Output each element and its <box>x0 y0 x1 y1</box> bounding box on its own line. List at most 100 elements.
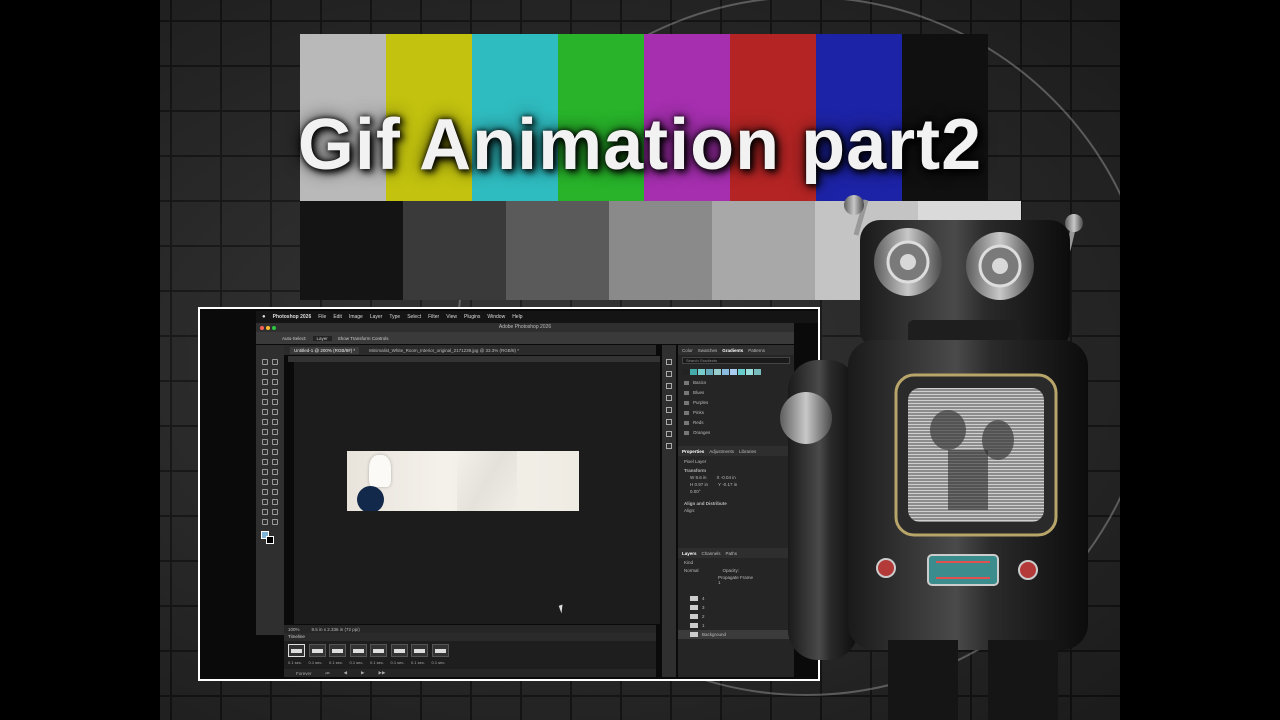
tab-properties[interactable]: Properties <box>682 449 704 454</box>
layer-filter-kind[interactable]: Kind <box>678 558 794 567</box>
panel-icon[interactable] <box>666 407 672 413</box>
timeline-frame[interactable] <box>308 644 326 657</box>
swatch[interactable] <box>738 369 745 375</box>
tool-icon[interactable] <box>272 509 278 515</box>
swatch[interactable] <box>754 369 761 375</box>
blend-mode-select[interactable]: Normal <box>684 568 699 573</box>
tool-icon[interactable] <box>262 519 268 525</box>
menu-filter[interactable]: Filter <box>428 314 439 320</box>
tool-icon[interactable] <box>262 359 268 365</box>
layer-row[interactable]: 2 <box>678 612 794 621</box>
panel-icon[interactable] <box>666 371 672 377</box>
gradient-folder-reds[interactable]: Reds <box>678 418 794 428</box>
tab-paths[interactable]: Paths <box>726 551 738 556</box>
apple-icon[interactable]: ● <box>262 314 266 320</box>
tool-icon[interactable] <box>262 389 268 395</box>
tool-icon[interactable] <box>262 409 268 415</box>
menu-layer[interactable]: Layer <box>370 314 383 320</box>
width-field[interactable]: 8.6 in <box>696 475 707 480</box>
tool-icon[interactable] <box>262 509 268 515</box>
tool-icon[interactable] <box>262 449 268 455</box>
swatch[interactable] <box>682 369 689 375</box>
menu-file[interactable]: File <box>318 314 326 320</box>
tool-icon[interactable] <box>262 459 268 465</box>
background-color-swatch[interactable] <box>266 536 274 544</box>
tool-icon[interactable] <box>262 479 268 485</box>
tool-icon[interactable] <box>262 499 268 505</box>
propagate-checkbox[interactable]: Propagate Frame 1 <box>678 574 794 586</box>
tool-icon[interactable] <box>272 399 278 405</box>
tool-icon[interactable] <box>272 519 278 525</box>
frame-delay[interactable]: 0.1 sec. <box>288 660 302 665</box>
tab-libraries[interactable]: Libraries <box>739 449 756 454</box>
close-button[interactable] <box>260 326 264 330</box>
layer-row[interactable]: 3 <box>678 603 794 612</box>
tool-icon[interactable] <box>272 489 278 495</box>
gradient-folder-basics[interactable]: Basics <box>678 378 794 388</box>
tab-color[interactable]: Color <box>682 348 693 353</box>
tab-patterns[interactable]: Patterns <box>748 348 765 353</box>
tool-icon[interactable] <box>262 429 268 435</box>
tab-untitled[interactable]: Untitled-1 @ 200% (RGB/8#) * <box>290 346 360 354</box>
tool-icon[interactable] <box>262 469 268 475</box>
auto-select-label[interactable]: Auto-Select: <box>282 336 307 341</box>
timeline-frame[interactable] <box>390 644 408 657</box>
menu-edit[interactable]: Edit <box>333 314 342 320</box>
menu-view[interactable]: View <box>446 314 457 320</box>
zoom-button[interactable] <box>272 326 276 330</box>
menu-image[interactable]: Image <box>349 314 363 320</box>
tool-icon[interactable] <box>272 409 278 415</box>
animated-circle[interactable] <box>357 486 384 511</box>
tool-icon[interactable] <box>272 379 278 385</box>
zoom-level[interactable]: 100% <box>288 627 300 632</box>
swatch[interactable] <box>698 369 705 375</box>
tool-icon[interactable] <box>272 429 278 435</box>
tab-channels[interactable]: Channels <box>702 551 721 556</box>
layer-row[interactable]: 1 <box>678 621 794 630</box>
swatch[interactable] <box>714 369 721 375</box>
y-field[interactable]: -0.17 in <box>722 482 737 487</box>
panel-icon[interactable] <box>666 383 672 389</box>
tool-icon[interactable] <box>272 449 278 455</box>
gradient-search-input[interactable]: Search Gradients <box>682 357 790 364</box>
frame-delay[interactable]: 0.1 sec. <box>309 660 323 665</box>
frame-delay[interactable]: 0.1 sec. <box>350 660 364 665</box>
tool-icon[interactable] <box>272 419 278 425</box>
loop-select[interactable]: Forever <box>296 671 312 676</box>
layer-row-background[interactable]: Background <box>678 630 794 639</box>
prev-frame-icon[interactable]: ◀ <box>344 670 347 676</box>
tool-icon[interactable] <box>272 469 278 475</box>
swatch[interactable] <box>730 369 737 375</box>
layer-select-dropdown[interactable]: Layer <box>312 335 332 341</box>
timeline-frame[interactable] <box>431 644 449 657</box>
align-heading[interactable]: Align and Distribute <box>678 495 794 507</box>
tool-icon[interactable] <box>262 439 268 445</box>
opacity-label[interactable]: Opacity: <box>723 568 740 573</box>
tab-swatches[interactable]: Swatches <box>698 348 718 353</box>
tool-icon[interactable] <box>272 459 278 465</box>
swatch[interactable] <box>722 369 729 375</box>
frame-delay[interactable]: 0.1 sec. <box>391 660 405 665</box>
tool-icon[interactable] <box>272 369 278 375</box>
panel-icon[interactable] <box>666 443 672 449</box>
app-menu[interactable]: Photoshop 2026 <box>273 314 312 320</box>
frame-delay[interactable]: 0.1 sec. <box>411 660 425 665</box>
swatch[interactable] <box>746 369 753 375</box>
angle-field[interactable]: 0.00° <box>678 488 794 495</box>
transform-heading[interactable]: Transform <box>678 467 794 474</box>
tab-gradients[interactable]: Gradients <box>722 348 743 353</box>
frame-delay[interactable]: 0.1 sec. <box>432 660 446 665</box>
menu-type[interactable]: Type <box>389 314 400 320</box>
tab-room-image[interactable]: Minimalist_White_Room_Interior_original_… <box>369 348 519 353</box>
tool-icon[interactable] <box>272 479 278 485</box>
height-field[interactable]: 0.97 in <box>695 482 709 487</box>
minimize-button[interactable] <box>266 326 270 330</box>
first-frame-icon[interactable]: ⏮ <box>326 671 330 676</box>
panel-icon[interactable] <box>666 431 672 437</box>
document-canvas[interactable] <box>347 451 579 511</box>
tool-icon[interactable] <box>272 439 278 445</box>
swatch[interactable] <box>706 369 713 375</box>
tool-icon[interactable] <box>262 419 268 425</box>
swatch[interactable] <box>690 369 697 375</box>
tab-layers[interactable]: Layers <box>682 551 697 556</box>
